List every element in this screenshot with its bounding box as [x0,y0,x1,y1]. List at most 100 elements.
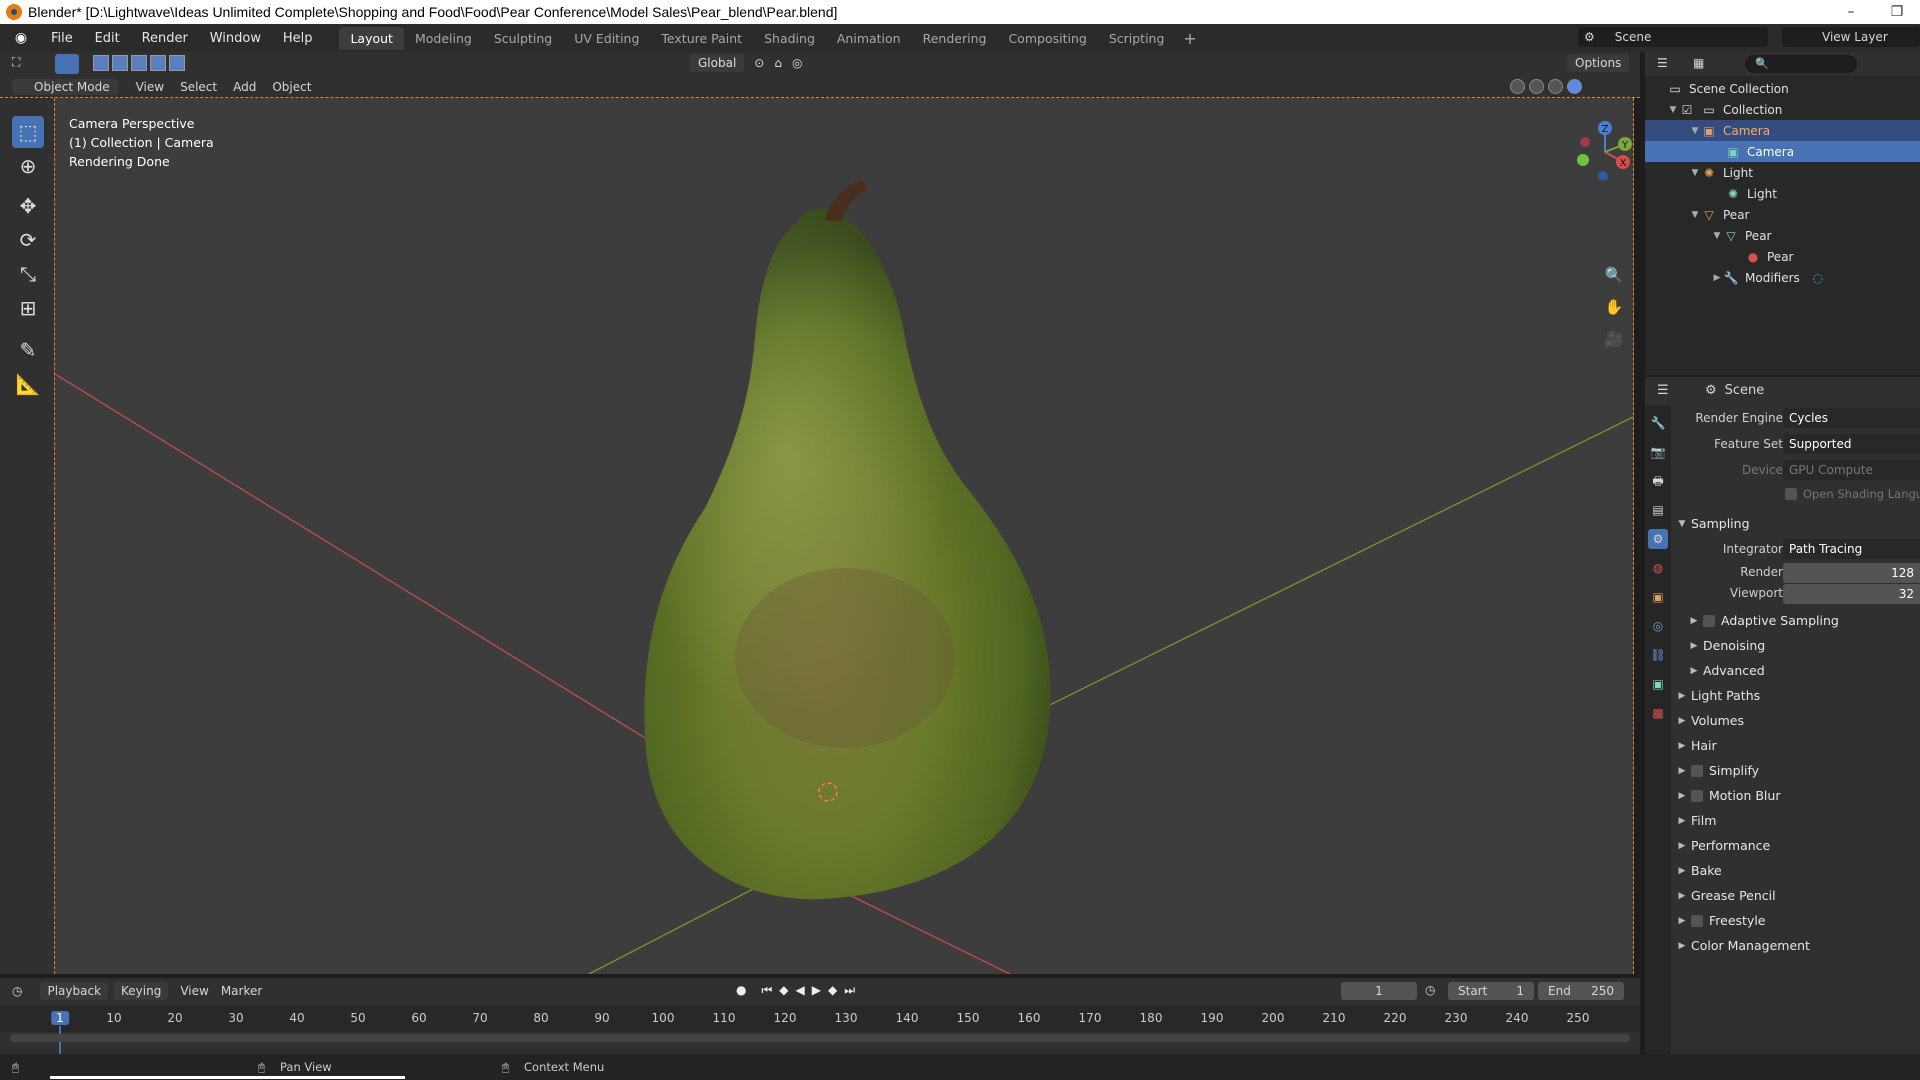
end-frame-field[interactable]: End 250 [1538,982,1624,1000]
outliner-row-pear-mesh[interactable]: ▼ ▽ Pear [1645,225,1920,246]
checkbox-icon[interactable]: ☑ [1679,103,1695,117]
render-samples-field[interactable]: 128 [1783,563,1920,583]
motion-blur-checkbox[interactable] [1691,789,1703,802]
outliner-row-pear-object[interactable]: ▼ ▽ Pear [1645,204,1920,225]
device-dropdown[interactable]: GPU Compute [1783,460,1920,480]
advanced-subpanel[interactable]: ▶ Advanced [1673,658,1920,683]
outliner-row-camera-data[interactable]: ▣ Camera [1645,141,1920,162]
motion-blur-panel[interactable]: ▶ Motion Blur [1673,783,1920,808]
expand-arrow-icon[interactable]: ▼ [1667,105,1679,115]
jump-end-icon[interactable]: ⏭ [844,983,855,998]
tab-sculpting[interactable]: Sculpting [483,27,563,50]
restore-button[interactable]: ❐ [1874,4,1920,20]
bake-panel[interactable]: ▶ Bake [1673,858,1920,883]
next-keyframe-icon[interactable]: ◆ [828,983,837,998]
select-subtract-icon[interactable] [131,55,147,71]
constraints-tab-icon[interactable]: ⛓ [1648,645,1668,665]
editor-type-icon[interactable]: ⛶ [12,55,20,70]
frame-ruler[interactable]: 1 10 20 30 40 50 60 70 80 90 100 110 120… [0,1006,1640,1056]
scale-icon[interactable]: ⤡ [12,258,44,290]
pivot-icon[interactable]: ⊙ [754,56,764,70]
tab-scripting[interactable]: Scripting [1098,27,1176,50]
pan-hand-icon[interactable]: ✋ [1601,294,1627,320]
minimize-button[interactable]: – [1828,4,1874,20]
tab-animation[interactable]: Animation [826,27,912,50]
proportional-edit-icon[interactable]: ◎ [792,56,802,70]
freestyle-panel[interactable]: ▶ Freestyle [1673,908,1920,933]
outliner-search-input[interactable]: 🔍 [1745,55,1857,73]
annotate-icon[interactable]: ✎ [12,334,44,366]
properties-editor-icon[interactable]: ☰ [1657,383,1669,398]
volumes-panel[interactable]: ▶ Volumes [1673,708,1920,733]
tab-layout[interactable]: Layout [339,26,404,50]
menu-object[interactable]: Object [264,80,319,94]
menu-file[interactable]: File [42,31,82,46]
expand-arrow-icon[interactable]: ▼ [1689,168,1701,178]
play-reverse-icon[interactable]: ◀ [796,983,805,998]
physics-tab-icon[interactable]: ◎ [1648,616,1668,636]
select-invert-icon[interactable] [150,55,166,71]
zoom-icon[interactable]: 🔍 [1601,262,1627,288]
cursor-icon[interactable]: ⊕ [12,150,44,182]
menu-view[interactable]: View [128,80,172,94]
timeline-scrollbar[interactable] [10,1034,1630,1042]
solid-shading-icon[interactable] [1529,79,1544,94]
options-dropdown[interactable]: Options [1567,54,1630,72]
3d-viewport[interactable]: Camera Perspective (1) Collection | Came… [54,98,1634,974]
playhead-frame[interactable]: 1 [51,1011,69,1025]
blender-menu-icon[interactable]: ◉ [10,29,32,47]
film-panel[interactable]: ▶ Film [1673,808,1920,833]
simplify-panel[interactable]: ▶ Simplify [1673,758,1920,783]
color-management-panel[interactable]: ▶ Color Management [1673,933,1920,958]
viewport-samples-field[interactable]: 32 [1783,584,1920,604]
tab-texture-paint[interactable]: Texture Paint [650,27,753,50]
menu-edit[interactable]: Edit [86,31,129,46]
object-tab-icon[interactable]: ▣ [1648,587,1668,607]
camera-view-icon[interactable]: 🎥 [1601,326,1627,352]
texture-tab-icon[interactable]: ▩ [1648,703,1668,723]
data-tab-icon[interactable]: ▣ [1648,674,1668,694]
tab-rendering[interactable]: Rendering [912,27,998,50]
tab-modeling[interactable]: Modeling [404,27,483,50]
transform-orientation-dropdown[interactable]: Global [690,54,745,72]
outliner-row-modifiers[interactable]: ▶ 🔧 Modifiers ◌ [1645,267,1920,288]
stopwatch-icon[interactable]: ◷ [1425,983,1435,997]
wireframe-shading-icon[interactable] [1510,79,1525,94]
playback-dropdown[interactable]: Playback [40,982,109,1000]
select-box-icon[interactable]: ⬚ [12,116,44,148]
outliner-row-collection[interactable]: ▼ ☑ ▭ Collection [1645,99,1920,120]
menu-help[interactable]: Help [274,31,322,46]
move-icon[interactable]: ✥ [12,190,44,222]
current-frame-field[interactable]: 1 [1341,982,1417,1000]
tab-shading[interactable]: Shading [753,27,826,50]
tool-tab-icon[interactable]: 🔧 [1648,413,1668,433]
light-paths-panel[interactable]: ▶ Light Paths [1673,683,1920,708]
tab-compositing[interactable]: Compositing [997,27,1097,50]
timeline-view-menu[interactable]: View [180,984,208,998]
scene-tab-icon[interactable]: ⚙ [1648,529,1668,549]
tab-uv-editing[interactable]: UV Editing [563,27,650,50]
render-engine-dropdown[interactable]: Cycles [1783,408,1920,428]
simplify-checkbox[interactable] [1691,764,1703,777]
transform-icon[interactable]: ⊞ [12,292,44,324]
hair-panel[interactable]: ▶ Hair [1673,733,1920,758]
select-new-icon[interactable] [93,55,109,71]
render-tab-icon[interactable]: 📷 [1648,442,1668,462]
prev-keyframe-icon[interactable]: ◆ [779,983,788,998]
view-layer-tab-icon[interactable]: ▤ [1648,500,1668,520]
feature-set-dropdown[interactable]: Supported [1783,434,1920,454]
sampling-panel-header[interactable]: ▼ Sampling [1673,511,1920,536]
select-intersect-icon[interactable] [169,55,185,71]
rendered-shading-icon[interactable] [1567,79,1582,94]
outliner-row-camera-object[interactable]: ▼ ▣ Camera [1645,120,1920,141]
menu-render[interactable]: Render [133,31,197,46]
adaptive-sampling-subpanel[interactable]: ▶ Adaptive Sampling [1673,608,1920,633]
osl-checkbox[interactable] [1785,488,1797,500]
output-tab-icon[interactable]: 🖶 [1648,471,1668,491]
performance-panel[interactable]: ▶ Performance [1673,833,1920,858]
navigation-gizmo[interactable]: Z X Y [1575,120,1634,180]
select-extend-icon[interactable] [112,55,128,71]
denoising-subpanel[interactable]: ▶ Denoising [1673,633,1920,658]
menu-window[interactable]: Window [201,31,270,46]
timeline-editor-icon[interactable]: ◷ [12,984,22,998]
